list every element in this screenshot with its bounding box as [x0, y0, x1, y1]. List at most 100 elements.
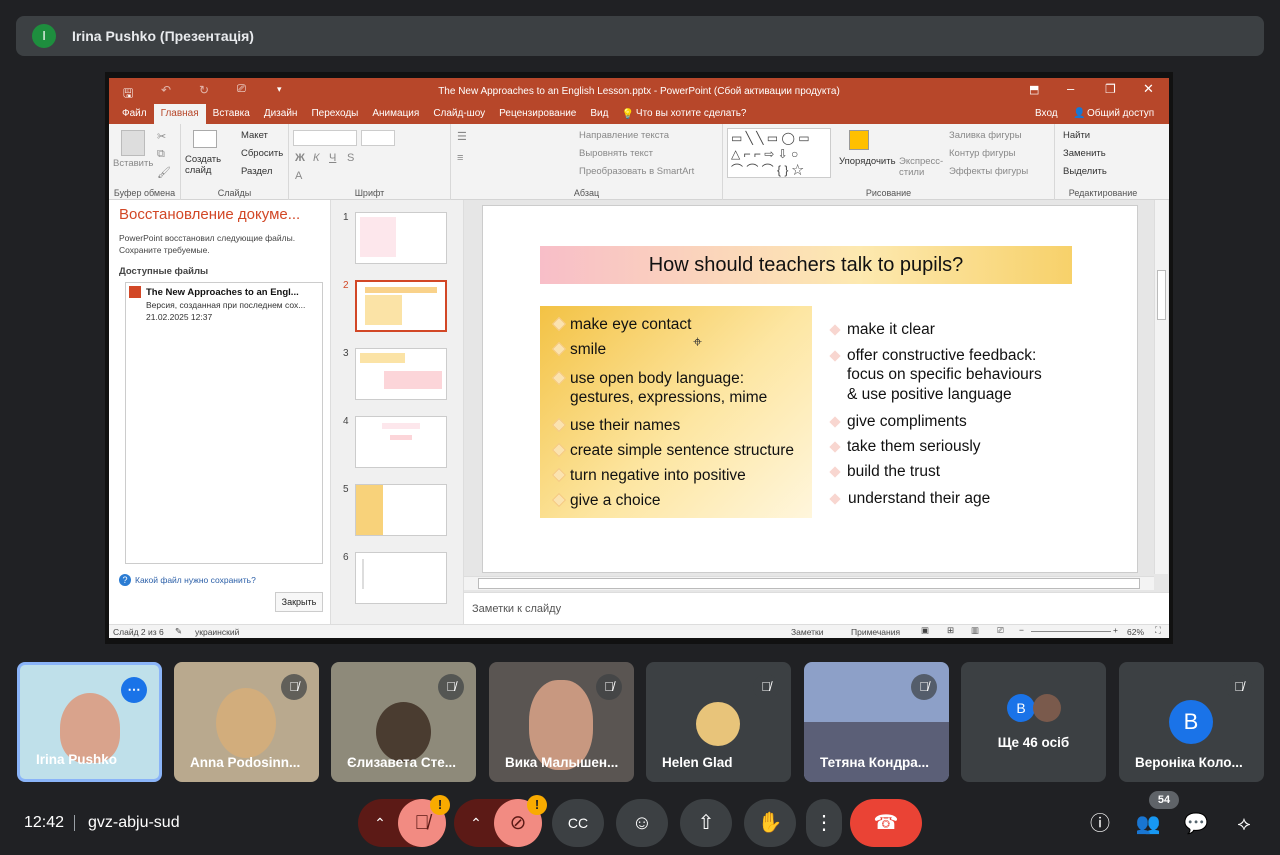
copy-icon[interactable]: ⧉	[157, 148, 165, 161]
slide-thumbnail-4[interactable]	[355, 416, 447, 468]
shapes-gallery[interactable]: ▭ ╲ ╲ ▭ ◯ ▭ △ ⌐ ⌐ ⇨ ⇩ ○ ⌒ ⌒ ⌒ { } ☆	[727, 128, 831, 178]
participant-tile[interactable]: 🎙̸ Вика Малышен...	[489, 662, 634, 782]
align-left-icon[interactable]: ≡	[457, 152, 463, 164]
slide-thumbnail-1[interactable]	[355, 212, 447, 264]
recovered-file-name[interactable]: The New Approaches to an Engl...	[146, 287, 299, 298]
slideshow-view-icon[interactable]: ⎚	[997, 625, 1004, 636]
notes-pane[interactable]: Заметки к слайду	[464, 592, 1169, 624]
scroll-thumb[interactable]	[1157, 270, 1166, 320]
present-screen-icon[interactable]: ⇧	[680, 799, 732, 847]
more-participants-tile[interactable]: B Ще 46 осіб	[961, 662, 1106, 782]
shape-outline-button[interactable]: Контур фигуры	[949, 148, 1015, 159]
shape-fill-button[interactable]: Заливка фигуры	[949, 130, 1022, 141]
shape-effects-button[interactable]: Эффекты фигуры	[949, 166, 1028, 177]
arrange-icon[interactable]	[849, 130, 869, 150]
share-button[interactable]: Общий доступ	[1087, 108, 1154, 119]
end-call-icon[interactable]: ☎	[850, 799, 922, 847]
tab-insert[interactable]: Вставка	[206, 104, 257, 124]
slide-thumbnail-2[interactable]	[355, 280, 447, 332]
sign-in-link[interactable]: Вход	[1035, 108, 1058, 119]
reset-button[interactable]: Сбросить	[241, 148, 283, 159]
normal-view-icon[interactable]: ▣	[921, 625, 929, 636]
tab-animation[interactable]: Анимация	[365, 104, 426, 124]
meeting-code: gvz-abju-sud	[88, 814, 180, 831]
reading-view-icon[interactable]: ▥	[971, 625, 979, 636]
tab-slideshow[interactable]: Слайд-шоу	[426, 104, 492, 124]
maximize-icon[interactable]: ❐	[1105, 82, 1116, 96]
more-options-icon[interactable]: ⋮	[806, 799, 842, 847]
tab-home[interactable]: Главная	[153, 104, 206, 124]
participant-tile[interactable]: 🎙̸ Helen Glad	[646, 662, 791, 782]
horizontal-scrollbar[interactable]	[464, 576, 1154, 590]
layout-button[interactable]: Макет	[241, 130, 268, 141]
new-slide-button[interactable]: Создать слайд	[185, 154, 225, 176]
close-icon[interactable]: ✕	[1143, 81, 1154, 97]
zoom-in-icon[interactable]: +	[1113, 625, 1118, 635]
bullets-icon[interactable]: ☰	[457, 130, 467, 143]
font-color-icon[interactable]: A	[295, 170, 302, 182]
section-button[interactable]: Раздел	[241, 166, 272, 177]
tab-file[interactable]: Файл	[115, 104, 154, 124]
participant-tile[interactable]: 🎙̸ Єлизавета Сте...	[331, 662, 476, 782]
select-button[interactable]: Выделить	[1063, 166, 1107, 177]
quick-styles-button[interactable]: Экспресс-стили	[899, 156, 943, 178]
smartart-button[interactable]: Преобразовать в SmartArt	[579, 166, 694, 177]
participant-tile[interactable]: B 🎙̸ Вероніка Коло...	[1119, 662, 1264, 782]
raise-hand-icon[interactable]: ✋	[744, 799, 796, 847]
font-family-input[interactable]	[293, 130, 357, 146]
sorter-view-icon[interactable]: ⊞	[947, 625, 954, 636]
comments-toggle[interactable]: Примечания	[851, 627, 900, 637]
ribbon-display-icon[interactable]: ⬒	[1029, 83, 1039, 96]
zoom-out-icon[interactable]: −	[1019, 625, 1024, 635]
zoom-level[interactable]: 62%	[1127, 627, 1144, 637]
share-icon[interactable]: 👤	[1073, 108, 1085, 119]
bold-icon[interactable]: Ж	[295, 152, 305, 164]
participant-tile[interactable]: 🎙̸ Тетяна Кондра...	[804, 662, 949, 782]
new-slide-icon[interactable]	[193, 130, 217, 148]
list-item: build the trust	[847, 463, 941, 480]
zoom-slider[interactable]	[1031, 631, 1111, 632]
italic-icon[interactable]: К	[313, 152, 319, 164]
cut-icon[interactable]: ✂	[157, 130, 166, 143]
activities-icon[interactable]: ⟡	[1230, 810, 1258, 838]
shadow-icon[interactable]: S	[347, 152, 354, 164]
find-button[interactable]: Найти	[1063, 130, 1090, 141]
notes-toggle[interactable]: Заметки	[791, 627, 824, 637]
text-direction-button[interactable]: Направление текста	[579, 130, 669, 141]
tab-transitions[interactable]: Переходы	[304, 104, 365, 124]
participant-tile-self[interactable]: ⋯ Irina Pushko	[17, 662, 162, 782]
chat-icon[interactable]: 💬	[1182, 810, 1210, 838]
tell-me-search[interactable]: Что вы хотите сделать?	[634, 104, 754, 124]
font-size-input[interactable]	[361, 130, 395, 146]
emoji-icon[interactable]: ☺	[616, 799, 668, 847]
slide-thumbnail-3[interactable]	[355, 348, 447, 400]
paste-button[interactable]: Вставить	[113, 158, 153, 169]
vertical-scrollbar[interactable]	[1154, 200, 1168, 574]
slide-thumbnail-6[interactable]	[355, 552, 447, 604]
slide-thumbnail-5[interactable]	[355, 484, 447, 536]
fit-slide-icon[interactable]: ⛶	[1155, 625, 1161, 636]
underline-icon[interactable]: Ч	[329, 152, 336, 164]
paste-icon[interactable]	[121, 130, 145, 156]
spellcheck-icon[interactable]: ✎	[175, 626, 182, 637]
people-icon[interactable]: 👥	[1134, 810, 1162, 838]
camera-options-icon[interactable]: ⌃	[454, 799, 498, 847]
close-recovery-button[interactable]: Закрыть	[275, 592, 323, 612]
tab-design[interactable]: Дизайн	[257, 104, 305, 124]
meeting-info-icon[interactable]: ⓘ	[1086, 810, 1114, 838]
captions-icon[interactable]: CC	[552, 799, 604, 847]
minimize-icon[interactable]: –	[1067, 81, 1074, 96]
align-text-button[interactable]: Выровнять текст	[579, 148, 653, 159]
participant-avatar: B	[1169, 700, 1213, 744]
participant-tile[interactable]: 🎙̸ Anna Podosinn...	[174, 662, 319, 782]
tab-review[interactable]: Рецензирование	[492, 104, 583, 124]
arrange-button[interactable]: Упорядочить	[839, 156, 896, 167]
mic-options-icon[interactable]: ⌃	[358, 799, 402, 847]
tab-view[interactable]: Вид	[583, 104, 615, 124]
more-options-icon[interactable]: ⋯	[121, 677, 147, 703]
replace-button[interactable]: Заменить	[1063, 148, 1106, 159]
which-file-help-link[interactable]: Какой файл нужно сохранить?	[135, 575, 256, 585]
slide-canvas[interactable]: How should teachers talk to pupils? make…	[482, 205, 1138, 573]
language-indicator[interactable]: украинский	[195, 627, 239, 637]
format-painter-icon[interactable]: 🖌	[157, 166, 171, 179]
